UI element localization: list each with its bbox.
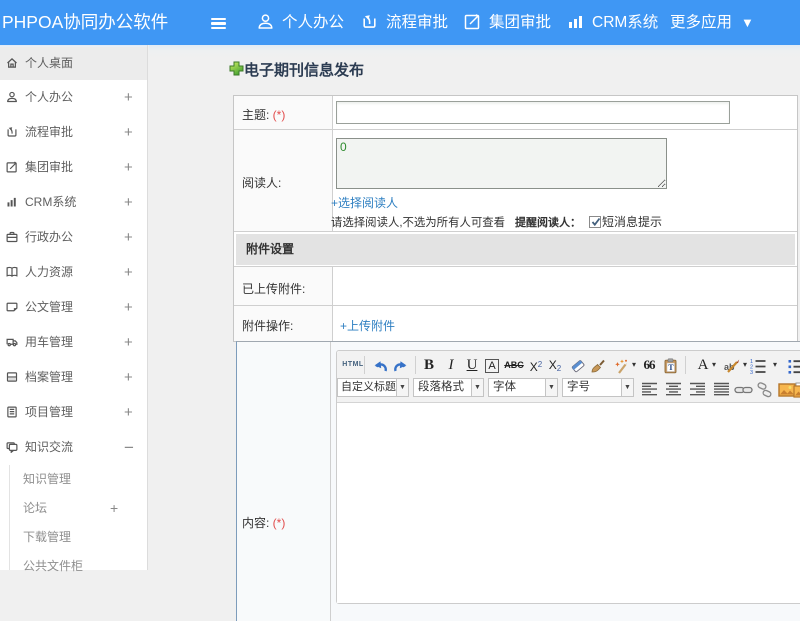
- svg-text:3: 3: [750, 370, 753, 374]
- svg-text:T: T: [668, 363, 674, 372]
